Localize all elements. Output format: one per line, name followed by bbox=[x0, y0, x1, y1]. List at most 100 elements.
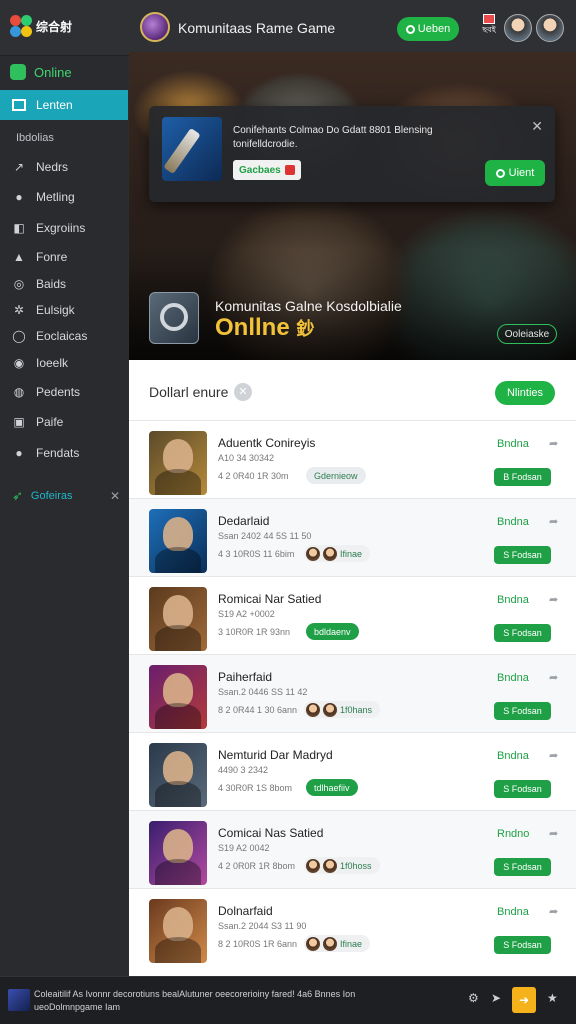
sidebar-item-3[interactable]: ◧ Exgroiins bbox=[12, 221, 85, 235]
game-list-panel: Dollarl enure ✕ Nlinties Aduentk Conirey… bbox=[129, 360, 576, 976]
table-row[interactable]: Romicai Nar Satied S19 A2 +0002 3 10R0R 1R… bbox=[129, 576, 576, 654]
sidebar-online[interactable]: Online bbox=[10, 64, 72, 80]
row-tag[interactable]: Ifinae bbox=[304, 545, 371, 562]
row-action-button[interactable]: S Fodsan bbox=[494, 624, 551, 642]
badge-icon: ◍ bbox=[13, 385, 25, 399]
settings-icon[interactable]: ⚙ bbox=[468, 991, 479, 1005]
game-thumbnail[interactable] bbox=[149, 431, 207, 495]
clear-filter-icon[interactable]: ✕ bbox=[234, 383, 252, 401]
row-title[interactable]: Aduentk Conireyis bbox=[218, 436, 315, 450]
row-meta: 8 2 10R0S 1R 6ann bbox=[218, 939, 298, 949]
game-thumbnail[interactable] bbox=[149, 587, 207, 651]
toast-chip[interactable]: Gacbaes bbox=[233, 160, 301, 180]
row-tag[interactable]: bdldaenv bbox=[306, 623, 359, 640]
row-tag[interactable]: 1f0hans bbox=[304, 701, 381, 718]
row-tag-label: Ifinae bbox=[340, 548, 363, 559]
sidebar-item-6[interactable]: ✲ Eulsigk bbox=[12, 303, 75, 317]
primary-top-button[interactable]: Ueben bbox=[397, 17, 459, 41]
play-button[interactable]: ➜ bbox=[512, 987, 536, 1013]
ring-icon: ◯ bbox=[12, 329, 26, 343]
game-icon[interactable] bbox=[140, 12, 170, 42]
row-action-button[interactable]: B Fodsan bbox=[494, 468, 551, 486]
row-title[interactable]: Dedarlaid bbox=[218, 514, 269, 528]
row-action-button[interactable]: S Fodsan bbox=[494, 780, 551, 798]
table-row[interactable]: Dedarlaid Ssan 2402 44 5S 11 50 4 3 10R0S … bbox=[129, 498, 576, 576]
notification-button[interactable]: ছবই bbox=[476, 14, 502, 40]
table-row[interactable]: Aduentk Conireyis A10 34 30342 4 2 0R40 1R… bbox=[129, 420, 576, 498]
filter-button[interactable]: Nlinties bbox=[495, 381, 555, 405]
app-title: Komunitaas Rame Game bbox=[178, 20, 336, 36]
sidebar-footer-label: Gofeiras bbox=[30, 490, 73, 502]
row-title[interactable]: Nemturid Dar Madryd bbox=[218, 748, 333, 762]
share-icon[interactable]: ➦ bbox=[549, 437, 558, 450]
game-thumbnail[interactable] bbox=[149, 899, 207, 963]
row-title[interactable]: Romicai Nar Satied bbox=[218, 592, 321, 606]
panel-icon bbox=[12, 99, 26, 111]
row-tag[interactable]: Ifinae bbox=[304, 935, 371, 952]
close-icon[interactable]: ✕ bbox=[110, 489, 120, 503]
sidebar-item-active[interactable]: Lenten bbox=[0, 90, 128, 120]
share-icon[interactable]: ➦ bbox=[549, 749, 558, 762]
gear-icon: ✲ bbox=[13, 303, 25, 317]
star-icon[interactable]: ★ bbox=[547, 991, 558, 1005]
table-row[interactable]: Paiherfaid Ssan.2 0446 SS 11 42 8 2 0R44 1… bbox=[129, 654, 576, 732]
row-status: Bndna bbox=[497, 516, 529, 528]
notification-label: ছবই bbox=[482, 25, 496, 34]
avatar bbox=[323, 858, 337, 873]
hero-button[interactable]: Ooleiaske bbox=[497, 324, 557, 344]
sidebar-item-7[interactable]: ◯ Eoclaicas bbox=[12, 329, 87, 343]
row-meta: Ssan.2 0446 SS 11 42 bbox=[218, 687, 308, 697]
sidebar-item-2[interactable]: ● Metling bbox=[12, 190, 75, 204]
row-title[interactable]: Dolnarfaid bbox=[218, 904, 273, 918]
sidebar-item-10[interactable]: ▣ Paife bbox=[12, 415, 63, 429]
table-row[interactable]: Nemturid Dar Madryd 4490 3 2342 4 30R0R 1S… bbox=[129, 732, 576, 810]
sidebar-item-label: Exgroiins bbox=[36, 221, 86, 235]
row-tag[interactable]: Gdernieow bbox=[306, 467, 366, 484]
row-action-button[interactable]: S Fodsan bbox=[494, 702, 551, 720]
sidebar-item-11[interactable]: ● Fendats bbox=[12, 446, 79, 460]
hero-subtitle-glyph: 鈔 bbox=[296, 319, 315, 339]
row-tag-label: bdldaenv bbox=[314, 626, 351, 637]
table-row[interactable]: Comicai Nas Satied S19 A2 0042 4 2 0R0R 1R… bbox=[129, 810, 576, 888]
row-tag-label: tdlhaefiiv bbox=[314, 782, 350, 793]
avatar bbox=[323, 936, 337, 951]
game-thumbnail[interactable] bbox=[149, 821, 207, 885]
next-icon[interactable]: ➤ bbox=[491, 991, 501, 1005]
puzzle-icon: ◧ bbox=[13, 221, 25, 235]
sidebar-item-5[interactable]: ◎ Baids bbox=[12, 277, 66, 291]
toast-action-button[interactable]: Uient bbox=[485, 160, 545, 186]
sidebar-item-label: Metling bbox=[36, 190, 75, 204]
user-avatar[interactable] bbox=[504, 14, 532, 42]
share-icon[interactable]: ➦ bbox=[549, 671, 558, 684]
share-icon[interactable]: ➦ bbox=[549, 827, 558, 840]
share-icon[interactable]: ➦ bbox=[549, 515, 558, 528]
row-tag[interactable]: 1f0hoss bbox=[304, 857, 380, 874]
close-icon[interactable]: ✕ bbox=[531, 118, 543, 135]
sidebar-item-label: Pedents bbox=[36, 385, 81, 399]
game-thumbnail[interactable] bbox=[149, 665, 207, 729]
friend-avatar[interactable] bbox=[536, 14, 564, 42]
row-action-button[interactable]: S Fodsan bbox=[494, 546, 551, 564]
share-icon[interactable]: ➦ bbox=[549, 593, 558, 606]
game-thumbnail[interactable] bbox=[149, 509, 207, 573]
app-logo[interactable]: 综合射 bbox=[10, 15, 72, 37]
row-title[interactable]: Comicai Nas Satied bbox=[218, 826, 323, 840]
row-tag-label: Ifinae bbox=[340, 938, 363, 949]
sidebar-item-4[interactable]: ▲ Fonre bbox=[12, 250, 67, 264]
row-action-button[interactable]: S Fodsan bbox=[494, 936, 551, 954]
sidebar-item-9[interactable]: ◍ Pedents bbox=[12, 385, 80, 399]
row-action-button[interactable]: S Fodsan bbox=[494, 858, 551, 876]
sidebar-footer-item[interactable]: ➶ Gofeiras ✕ bbox=[12, 488, 120, 504]
logo-text: 综合射 bbox=[36, 19, 73, 34]
sidebar-item-8[interactable]: ◉ Ioeelk bbox=[12, 356, 68, 370]
row-meta: 4 30R0R 1S 8bom bbox=[218, 783, 293, 793]
game-thumbnail[interactable] bbox=[149, 743, 207, 807]
row-tag[interactable]: tdlhaefiiv bbox=[306, 779, 358, 796]
logo-icon bbox=[10, 15, 32, 37]
notification-icon bbox=[483, 14, 495, 24]
share-icon[interactable]: ➦ bbox=[549, 905, 558, 918]
table-row[interactable]: Dolnarfaid Ssan.2 2044 S3 11 90 8 2 10R0S … bbox=[129, 888, 576, 966]
sidebar-item-label: Baids bbox=[36, 277, 67, 291]
row-title[interactable]: Paiherfaid bbox=[218, 670, 272, 684]
sidebar-item-1[interactable]: ↗ Nedrs bbox=[12, 160, 68, 174]
